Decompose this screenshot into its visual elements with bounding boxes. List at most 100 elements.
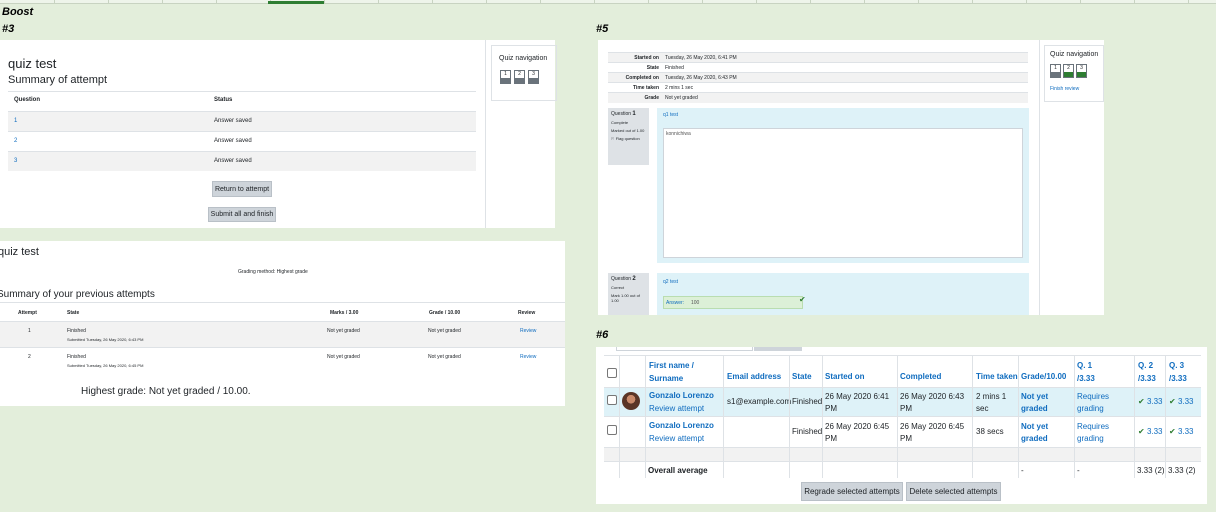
attempt-info-row: Completed on Tuesday, 26 May 2020, 6:43 P… [608,72,1028,83]
info-value: Not yet graded [665,94,698,101]
col-marks-header: Marks / 3.00 [330,310,359,316]
col-name-header[interactable]: First name / Surname [649,359,694,385]
review-link-2[interactable]: Review [520,354,536,360]
info-value: Tuesday, 26 May 2020, 6:43 PM [665,74,737,81]
table-row: 2 Answer saved [8,131,476,151]
quiz-navigation-title: Quiz navigation [1050,51,1099,58]
question-word: Question [611,276,632,282]
q2-grade-link[interactable]: ✔ 3.33 [1138,427,1163,436]
col-q3-header[interactable]: Q. 3/3.33 [1169,359,1187,385]
attempt-submitted: Submitted Tuesday, 26 May 2020, 6:45 PM [67,363,144,368]
question-number: 2 [632,276,636,282]
regrade-selected-button[interactable]: Regrade selected attempts [801,482,903,501]
nav-question-1[interactable]: 1 [1050,64,1061,78]
nav-question-2[interactable]: 2 [1063,64,1074,78]
answer-value: 100 [691,300,700,306]
heading-divider [0,302,565,303]
correct-check-icon: ✔ [799,295,806,304]
attempt-marks: Not yet graded [327,328,360,334]
nav-question-2[interactable]: 2 [514,70,525,84]
col-grade-header[interactable]: Grade/10.00 [1021,372,1066,381]
question-status: Complete [611,120,629,125]
col-started-header[interactable]: Started on [825,372,865,381]
nav-question-3[interactable]: 3 [1076,64,1087,78]
info-label: Grade [644,94,659,101]
student-name-link[interactable]: Gonzalo Lorenzo [649,391,714,400]
delete-selected-button[interactable]: Delete selected attempts [906,482,1001,501]
state-cell: Finished [792,427,823,436]
row-checkbox[interactable] [607,425,617,435]
q3-grade-link[interactable]: ✔ 3.33 [1169,397,1194,406]
question-link-3[interactable]: 3 [14,158,17,164]
finish-review-link[interactable]: Finish review [1050,86,1079,92]
status-cell: Answer saved [214,138,252,144]
attempt-info-row: Time taken 2 mins 1 sec [608,82,1028,93]
question-link-1[interactable]: 1 [14,118,17,124]
grading-method: Grading method: Highest grade [238,269,308,275]
nav-question-3[interactable]: 3 [528,70,539,84]
attempt-state: Finished [67,328,86,334]
col-q1-header[interactable]: Q. 1/3.33 [1077,359,1095,385]
col-time-header[interactable]: Time taken [976,372,1018,381]
completed-cell: 26 May 2020 6:43 PM [900,392,965,413]
row-checkbox[interactable] [607,395,617,405]
status-cell: Answer saved [214,118,252,124]
question-mark: Mark 1.00 out of 1.00 [611,293,640,303]
q3-grade-link[interactable]: ✔ 3.33 [1169,427,1194,436]
overall-q1: - [1077,466,1080,475]
col-q2-header[interactable]: Q. 2/3.33 [1138,359,1156,385]
col-email-header[interactable]: Email address [727,372,781,381]
question-link-2[interactable]: 2 [14,138,17,144]
search-button-partial[interactable] [754,347,802,351]
review-link-1[interactable]: Review [520,328,536,334]
section-label-5: #5 [596,23,609,35]
heading-divider [8,91,476,92]
q1-grade-link[interactable]: Requires grading [1077,421,1109,445]
flag-question[interactable]: ⚐ Flag question [611,136,646,141]
col-grade-header: Grade / 10.00 [429,310,461,316]
attempt-number: 2 [28,354,31,360]
started-cell: 26 May 2020 6:45 PM [825,422,890,443]
review-attempt-link[interactable]: Review attempt [649,404,704,413]
question-word: Question [611,111,632,117]
question-marked: Marked out of 1.00 [611,128,645,133]
overall-grade: - [1021,466,1024,475]
col-completed-header[interactable]: Completed [900,372,941,381]
info-label: State [646,64,659,71]
question-1-info: Question 1 Complete Marked out of 1.00 ⚐… [608,108,649,165]
review-attempt-link[interactable]: Review attempt [649,434,704,443]
info-value: Tuesday, 26 May 2020, 6:41 PM [665,54,737,61]
section-label-3: #3 [2,23,15,35]
attempt-info-row: State Finished [608,62,1028,73]
overall-q3: 3.33 (2) [1168,466,1196,475]
nav-question-1[interactable]: 1 [500,70,511,84]
col-state-header[interactable]: State [792,372,812,381]
attempt-info-row: Started on Tuesday, 26 May 2020, 6:41 PM [608,52,1028,63]
grade-link[interactable]: Not yet graded [1021,421,1048,445]
quiz-navigation-title: Quiz navigation [499,55,548,62]
submit-all-and-finish-button[interactable]: Submit all and finish [208,207,276,222]
q1-grade-link[interactable]: Requires grading [1077,391,1109,415]
question-2-content: q2 test Answer: 100 ✔ [657,273,1029,315]
quiz-navigation-block: Quiz navigation 1 2 3 [491,45,557,101]
grade-link[interactable]: Not yet graded [1021,391,1048,415]
return-to-attempt-button[interactable]: Return to attempt [212,181,272,197]
info-value: Finished [665,64,684,71]
quiz-navigation-block: Quiz navigation 1 2 3 Finish review [1044,45,1104,102]
col-state-header: State [67,310,80,316]
question-status: Correct [611,285,625,290]
select-all-checkbox[interactable] [607,368,617,378]
student-name-link[interactable]: Gonzalo Lorenzo [649,421,714,430]
grades-report-panel: First name / Surname Email address State … [596,347,1207,504]
table-row: 3 Answer saved [8,151,476,171]
info-label: Started on [634,54,659,61]
search-field-partial[interactable] [616,347,753,351]
previous-attempts-panel: quiz test Grading method: Highest grade … [0,241,565,406]
q2-grade-link[interactable]: ✔ 3.33 [1138,397,1163,406]
overall-q2: 3.33 (2) [1137,466,1165,475]
col-review-header: Review [518,310,536,316]
overall-average-label: Overall average [648,466,708,475]
essay-answer-box: konnichiwa [663,128,1023,258]
selected-tab-indicator [268,1,324,4]
previous-attempts-heading: Summary of your previous attempts [0,289,155,300]
